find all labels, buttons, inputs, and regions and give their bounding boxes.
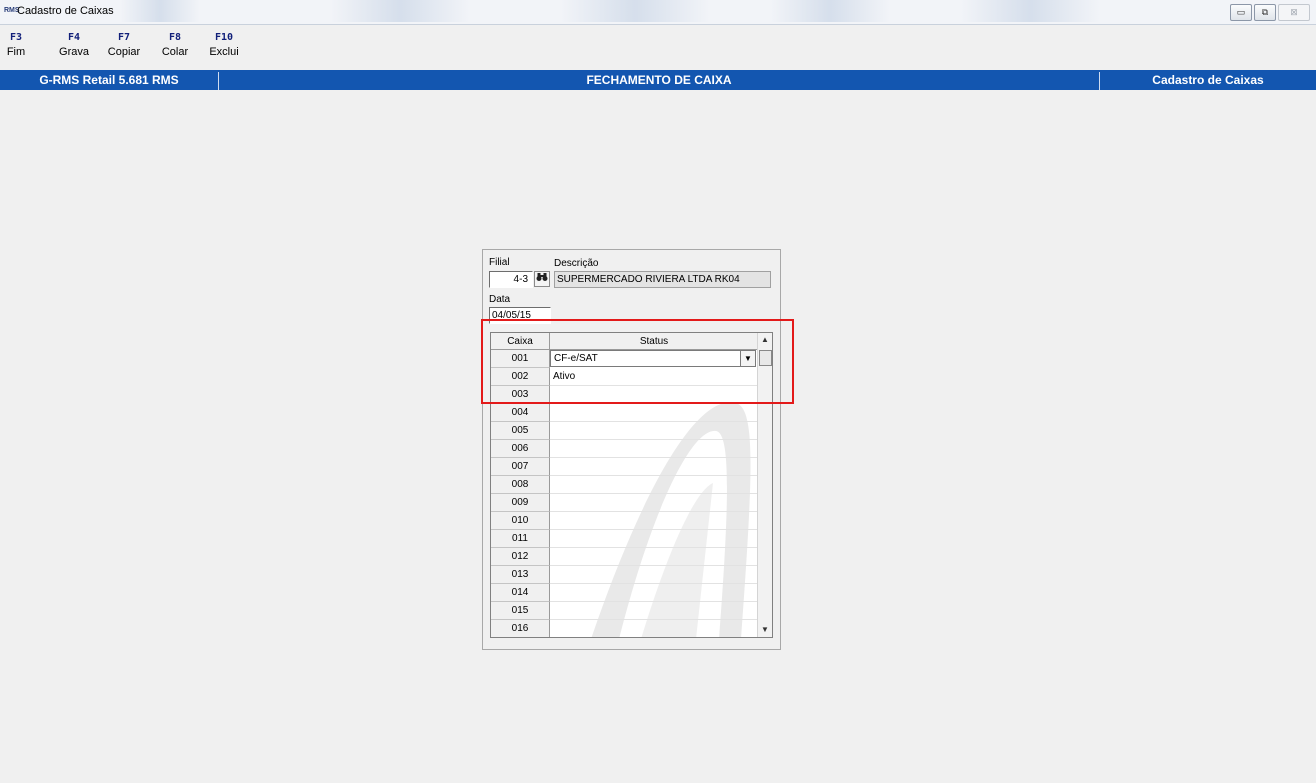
- toolbar-colar-button[interactable]: F8 Colar: [158, 30, 192, 60]
- table-row[interactable]: 013: [491, 566, 759, 584]
- table-row[interactable]: 004: [491, 404, 759, 422]
- table-row[interactable]: 016: [491, 620, 759, 637]
- toolbar-label: Fim: [6, 46, 26, 58]
- binoculars-icon[interactable]: [534, 271, 550, 287]
- caixas-grid[interactable]: Caixa Status 001 CF-e/SAT ▼ 002 Ativo 00…: [490, 332, 773, 638]
- table-row[interactable]: 006: [491, 440, 759, 458]
- table-row[interactable]: 015: [491, 602, 759, 620]
- toolbar-key: F8: [168, 32, 182, 43]
- data-input[interactable]: [489, 307, 551, 324]
- caixa-cell: 005: [491, 422, 550, 440]
- window-title: Cadastro de Caixas: [17, 5, 114, 17]
- cadastro-caixas-panel: Filial Descrição SUPERMERCADO RIVIERA LT…: [482, 249, 781, 650]
- filial-input[interactable]: [489, 271, 533, 288]
- app-version-label: G-RMS Retail 5.681 RMS: [39, 73, 179, 87]
- table-row[interactable]: 008: [491, 476, 759, 494]
- toolbar-key: F7: [117, 32, 131, 43]
- table-row[interactable]: 009: [491, 494, 759, 512]
- status-dropdown[interactable]: CF-e/SAT ▼: [550, 350, 756, 367]
- caixa-cell: 009: [491, 494, 550, 512]
- caixa-cell: 016: [491, 620, 550, 637]
- table-row[interactable]: 011: [491, 530, 759, 548]
- status-cell[interactable]: [550, 404, 759, 422]
- caixa-cell: 010: [491, 512, 550, 530]
- caixa-cell: 008: [491, 476, 550, 494]
- toolbar-label: Grava: [59, 46, 89, 58]
- chevron-down-icon[interactable]: ▼: [740, 351, 755, 366]
- status-cell[interactable]: [550, 422, 759, 440]
- close-button[interactable]: ⊠: [1278, 4, 1310, 21]
- status-cell[interactable]: [550, 476, 759, 494]
- app-icon: RMS: [4, 7, 20, 14]
- grid-vertical-scrollbar[interactable]: ▲ ▼: [757, 333, 772, 637]
- toolbar-label: Colar: [161, 46, 189, 58]
- caixa-cell: 012: [491, 548, 550, 566]
- module-title: FECHAMENTO DE CAIXA: [586, 73, 732, 87]
- caixa-cell: 006: [491, 440, 550, 458]
- caixa-cell: 014: [491, 584, 550, 602]
- title-bar-decoration: [120, 0, 200, 22]
- status-cell[interactable]: [550, 386, 759, 404]
- descricao-label: Descrição: [554, 258, 599, 269]
- scroll-up-icon[interactable]: ▲: [758, 333, 772, 347]
- table-row[interactable]: 014: [491, 584, 759, 602]
- caixa-cell: 013: [491, 566, 550, 584]
- table-row[interactable]: 010: [491, 512, 759, 530]
- status-cell[interactable]: [550, 512, 759, 530]
- window-title-bar[interactable]: RMS Cadastro de Caixas ▭ ⧉ ⊠: [0, 0, 1316, 25]
- column-header-status[interactable]: Status: [550, 333, 759, 350]
- status-dropdown-value: CF-e/SAT: [554, 353, 598, 364]
- status-cell[interactable]: [550, 584, 759, 602]
- table-row[interactable]: 003: [491, 386, 759, 404]
- table-row[interactable]: 005: [491, 422, 759, 440]
- status-cell[interactable]: [550, 620, 759, 637]
- status-cell[interactable]: [550, 548, 759, 566]
- toolbar-copiar-button[interactable]: F7 Copiar: [104, 30, 144, 60]
- toolbar-key: F4: [67, 32, 81, 43]
- caixa-cell: 001: [491, 350, 550, 368]
- status-cell[interactable]: [550, 494, 759, 512]
- descricao-field: SUPERMERCADO RIVIERA LTDA RK04: [554, 271, 771, 288]
- table-row[interactable]: 007: [491, 458, 759, 476]
- status-cell[interactable]: Ativo: [550, 368, 759, 386]
- toolbar-label: Copiar: [107, 46, 141, 58]
- caixa-cell: 007: [491, 458, 550, 476]
- title-bar-decoration: [770, 0, 890, 22]
- status-cell[interactable]: [550, 458, 759, 476]
- toolbar-grava-button[interactable]: F4 Grava: [56, 30, 92, 60]
- title-bar-decoration: [560, 0, 710, 22]
- title-bar-decoration: [330, 0, 470, 22]
- module-header-bar: G-RMS Retail 5.681 RMS FECHAMENTO DE CAI…: [0, 70, 1316, 90]
- status-cell[interactable]: [550, 440, 759, 458]
- status-cell[interactable]: [550, 566, 759, 584]
- data-label: Data: [489, 294, 511, 305]
- minimize-button[interactable]: ▭: [1230, 4, 1252, 21]
- toolbar-label: Exclui: [209, 46, 239, 58]
- caixa-cell: 003: [491, 386, 550, 404]
- title-bar-decoration: [960, 0, 1100, 22]
- scroll-thumb[interactable]: [759, 350, 772, 366]
- maximize-button[interactable]: ⧉: [1254, 4, 1276, 21]
- caixa-cell: 015: [491, 602, 550, 620]
- table-row[interactable]: 012: [491, 548, 759, 566]
- toolbar-fim-button[interactable]: F3 Fim: [4, 30, 28, 60]
- status-cell[interactable]: [550, 602, 759, 620]
- table-row[interactable]: 001 CF-e/SAT ▼: [491, 350, 759, 368]
- caixa-cell: 004: [491, 404, 550, 422]
- column-header-caixa[interactable]: Caixa: [491, 333, 550, 350]
- status-cell[interactable]: [550, 530, 759, 548]
- caixa-cell: 002: [491, 368, 550, 386]
- screen-title: Cadastro de Caixas: [1152, 73, 1264, 87]
- toolbar-key: F3: [9, 32, 23, 43]
- scroll-down-icon[interactable]: ▼: [758, 623, 772, 637]
- toolbar-exclui-button[interactable]: F10 Exclui: [206, 30, 242, 60]
- toolbar-key: F10: [214, 32, 234, 43]
- table-row[interactable]: 002 Ativo: [491, 368, 759, 386]
- filial-label: Filial: [489, 257, 510, 268]
- caixa-cell: 011: [491, 530, 550, 548]
